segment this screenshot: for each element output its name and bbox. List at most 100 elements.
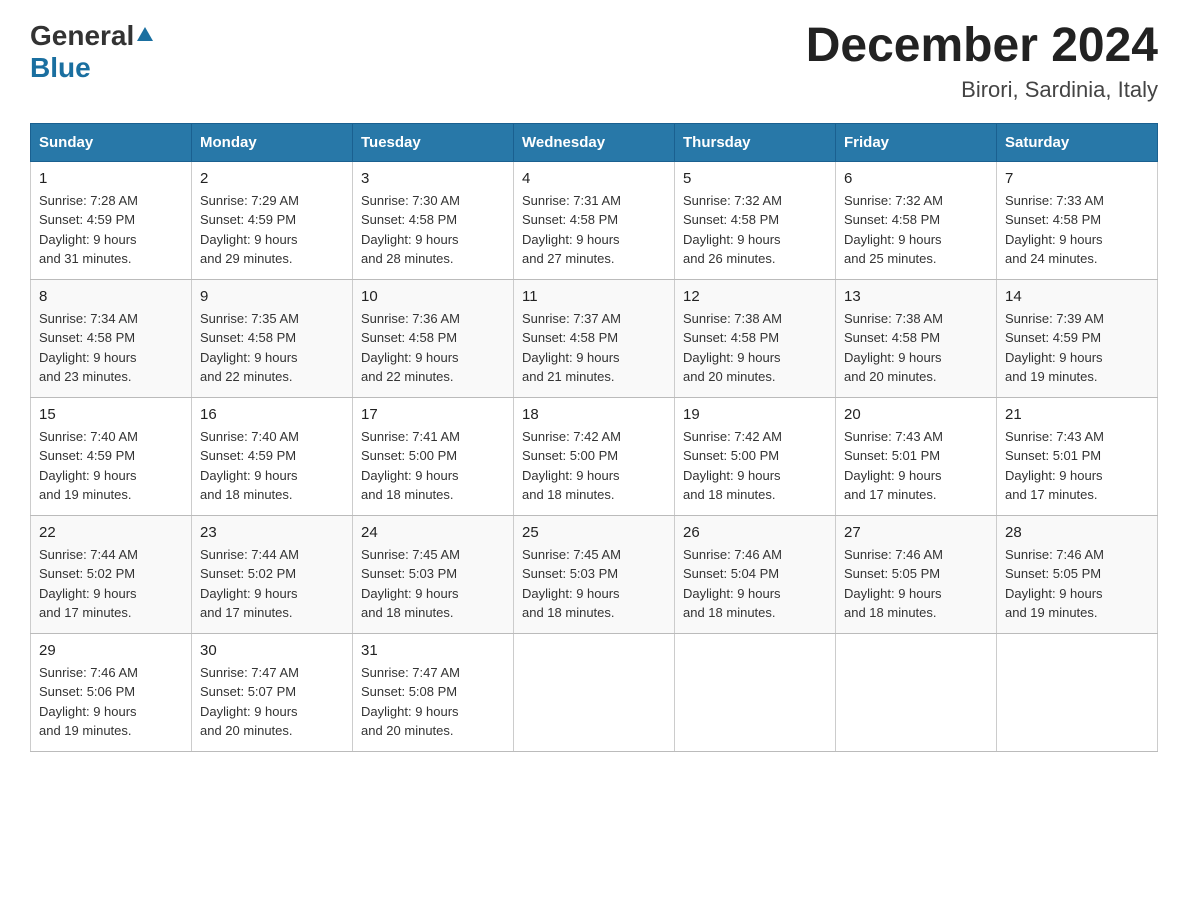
weekday-header-row: SundayMondayTuesdayWednesdayThursdayFrid… (31, 123, 1158, 161)
day-number: 20 (844, 406, 988, 423)
day-cell: 3 Sunrise: 7:30 AM Sunset: 4:58 PM Dayli… (353, 161, 514, 279)
day-cell: 22 Sunrise: 7:44 AM Sunset: 5:02 PM Dayl… (31, 515, 192, 633)
day-info: Sunrise: 7:47 AM Sunset: 5:07 PM Dayligh… (200, 663, 344, 741)
day-info: Sunrise: 7:46 AM Sunset: 5:05 PM Dayligh… (1005, 545, 1149, 623)
week-row-1: 1 Sunrise: 7:28 AM Sunset: 4:59 PM Dayli… (31, 161, 1158, 279)
day-info: Sunrise: 7:42 AM Sunset: 5:00 PM Dayligh… (522, 427, 666, 505)
day-cell: 8 Sunrise: 7:34 AM Sunset: 4:58 PM Dayli… (31, 279, 192, 397)
day-cell: 24 Sunrise: 7:45 AM Sunset: 5:03 PM Dayl… (353, 515, 514, 633)
day-cell: 9 Sunrise: 7:35 AM Sunset: 4:58 PM Dayli… (192, 279, 353, 397)
day-number: 12 (683, 288, 827, 305)
day-number: 29 (39, 642, 183, 659)
day-number: 10 (361, 288, 505, 305)
day-cell: 4 Sunrise: 7:31 AM Sunset: 4:58 PM Dayli… (514, 161, 675, 279)
day-number: 19 (683, 406, 827, 423)
day-number: 18 (522, 406, 666, 423)
day-cell: 23 Sunrise: 7:44 AM Sunset: 5:02 PM Dayl… (192, 515, 353, 633)
day-cell (514, 633, 675, 751)
day-cell: 5 Sunrise: 7:32 AM Sunset: 4:58 PM Dayli… (675, 161, 836, 279)
day-number: 9 (200, 288, 344, 305)
day-cell: 25 Sunrise: 7:45 AM Sunset: 5:03 PM Dayl… (514, 515, 675, 633)
calendar-header: SundayMondayTuesdayWednesdayThursdayFrid… (31, 123, 1158, 161)
day-cell: 14 Sunrise: 7:39 AM Sunset: 4:59 PM Dayl… (997, 279, 1158, 397)
page-header: General Blue December 2024 Birori, Sardi… (30, 20, 1158, 103)
day-cell: 10 Sunrise: 7:36 AM Sunset: 4:58 PM Dayl… (353, 279, 514, 397)
day-cell: 17 Sunrise: 7:41 AM Sunset: 5:00 PM Dayl… (353, 397, 514, 515)
day-number: 28 (1005, 524, 1149, 541)
day-info: Sunrise: 7:29 AM Sunset: 4:59 PM Dayligh… (200, 191, 344, 269)
day-info: Sunrise: 7:45 AM Sunset: 5:03 PM Dayligh… (522, 545, 666, 623)
day-number: 13 (844, 288, 988, 305)
day-number: 17 (361, 406, 505, 423)
day-cell: 12 Sunrise: 7:38 AM Sunset: 4:58 PM Dayl… (675, 279, 836, 397)
day-cell: 6 Sunrise: 7:32 AM Sunset: 4:58 PM Dayli… (836, 161, 997, 279)
day-info: Sunrise: 7:35 AM Sunset: 4:58 PM Dayligh… (200, 309, 344, 387)
day-info: Sunrise: 7:32 AM Sunset: 4:58 PM Dayligh… (683, 191, 827, 269)
day-cell: 31 Sunrise: 7:47 AM Sunset: 5:08 PM Dayl… (353, 633, 514, 751)
weekday-header-friday: Friday (836, 123, 997, 161)
day-cell: 26 Sunrise: 7:46 AM Sunset: 5:04 PM Dayl… (675, 515, 836, 633)
day-info: Sunrise: 7:45 AM Sunset: 5:03 PM Dayligh… (361, 545, 505, 623)
weekday-header-sunday: Sunday (31, 123, 192, 161)
week-row-5: 29 Sunrise: 7:46 AM Sunset: 5:06 PM Dayl… (31, 633, 1158, 751)
day-number: 6 (844, 170, 988, 187)
day-info: Sunrise: 7:41 AM Sunset: 5:00 PM Dayligh… (361, 427, 505, 505)
day-cell (997, 633, 1158, 751)
weekday-header-wednesday: Wednesday (514, 123, 675, 161)
day-cell: 11 Sunrise: 7:37 AM Sunset: 4:58 PM Dayl… (514, 279, 675, 397)
day-number: 4 (522, 170, 666, 187)
day-cell: 15 Sunrise: 7:40 AM Sunset: 4:59 PM Dayl… (31, 397, 192, 515)
calendar-body: 1 Sunrise: 7:28 AM Sunset: 4:59 PM Dayli… (31, 161, 1158, 751)
day-number: 1 (39, 170, 183, 187)
day-info: Sunrise: 7:34 AM Sunset: 4:58 PM Dayligh… (39, 309, 183, 387)
day-cell: 21 Sunrise: 7:43 AM Sunset: 5:01 PM Dayl… (997, 397, 1158, 515)
day-cell: 27 Sunrise: 7:46 AM Sunset: 5:05 PM Dayl… (836, 515, 997, 633)
title-block: December 2024 Birori, Sardinia, Italy (806, 20, 1158, 103)
day-number: 26 (683, 524, 827, 541)
day-number: 3 (361, 170, 505, 187)
day-cell: 2 Sunrise: 7:29 AM Sunset: 4:59 PM Dayli… (192, 161, 353, 279)
day-cell: 13 Sunrise: 7:38 AM Sunset: 4:58 PM Dayl… (836, 279, 997, 397)
month-title: December 2024 (806, 20, 1158, 73)
day-info: Sunrise: 7:33 AM Sunset: 4:58 PM Dayligh… (1005, 191, 1149, 269)
day-info: Sunrise: 7:47 AM Sunset: 5:08 PM Dayligh… (361, 663, 505, 741)
day-number: 16 (200, 406, 344, 423)
calendar-table: SundayMondayTuesdayWednesdayThursdayFrid… (30, 123, 1158, 752)
day-info: Sunrise: 7:30 AM Sunset: 4:58 PM Dayligh… (361, 191, 505, 269)
day-cell: 1 Sunrise: 7:28 AM Sunset: 4:59 PM Dayli… (31, 161, 192, 279)
weekday-header-tuesday: Tuesday (353, 123, 514, 161)
day-number: 23 (200, 524, 344, 541)
day-info: Sunrise: 7:32 AM Sunset: 4:58 PM Dayligh… (844, 191, 988, 269)
day-cell: 7 Sunrise: 7:33 AM Sunset: 4:58 PM Dayli… (997, 161, 1158, 279)
day-cell (675, 633, 836, 751)
day-info: Sunrise: 7:38 AM Sunset: 4:58 PM Dayligh… (844, 309, 988, 387)
week-row-2: 8 Sunrise: 7:34 AM Sunset: 4:58 PM Dayli… (31, 279, 1158, 397)
day-number: 5 (683, 170, 827, 187)
day-info: Sunrise: 7:37 AM Sunset: 4:58 PM Dayligh… (522, 309, 666, 387)
logo: General Blue (30, 20, 154, 84)
day-cell: 29 Sunrise: 7:46 AM Sunset: 5:06 PM Dayl… (31, 633, 192, 751)
day-number: 22 (39, 524, 183, 541)
logo-general-text: General (30, 20, 134, 52)
day-cell: 19 Sunrise: 7:42 AM Sunset: 5:00 PM Dayl… (675, 397, 836, 515)
day-number: 24 (361, 524, 505, 541)
day-info: Sunrise: 7:43 AM Sunset: 5:01 PM Dayligh… (1005, 427, 1149, 505)
day-info: Sunrise: 7:46 AM Sunset: 5:05 PM Dayligh… (844, 545, 988, 623)
day-info: Sunrise: 7:39 AM Sunset: 4:59 PM Dayligh… (1005, 309, 1149, 387)
day-cell: 30 Sunrise: 7:47 AM Sunset: 5:07 PM Dayl… (192, 633, 353, 751)
day-info: Sunrise: 7:44 AM Sunset: 5:02 PM Dayligh… (39, 545, 183, 623)
day-info: Sunrise: 7:40 AM Sunset: 4:59 PM Dayligh… (39, 427, 183, 505)
day-number: 31 (361, 642, 505, 659)
day-number: 11 (522, 288, 666, 305)
day-number: 2 (200, 170, 344, 187)
day-cell: 16 Sunrise: 7:40 AM Sunset: 4:59 PM Dayl… (192, 397, 353, 515)
day-info: Sunrise: 7:40 AM Sunset: 4:59 PM Dayligh… (200, 427, 344, 505)
day-cell: 20 Sunrise: 7:43 AM Sunset: 5:01 PM Dayl… (836, 397, 997, 515)
day-cell (836, 633, 997, 751)
day-number: 15 (39, 406, 183, 423)
day-number: 25 (522, 524, 666, 541)
day-number: 30 (200, 642, 344, 659)
logo-triangle-icon (136, 25, 154, 48)
day-number: 8 (39, 288, 183, 305)
week-row-4: 22 Sunrise: 7:44 AM Sunset: 5:02 PM Dayl… (31, 515, 1158, 633)
